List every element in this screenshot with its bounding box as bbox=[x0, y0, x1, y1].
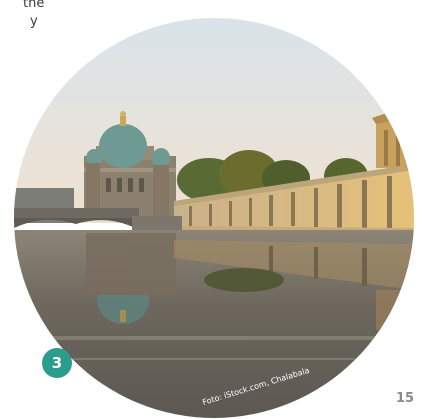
fragment-line: y bbox=[30, 14, 38, 29]
photo-illustration bbox=[14, 18, 414, 418]
fragment-line: the bbox=[23, 0, 45, 11]
figure-number-badge: 3 bbox=[42, 348, 72, 378]
berlin-cathedral-photo bbox=[14, 18, 414, 418]
page-number: 15 bbox=[396, 391, 415, 406]
